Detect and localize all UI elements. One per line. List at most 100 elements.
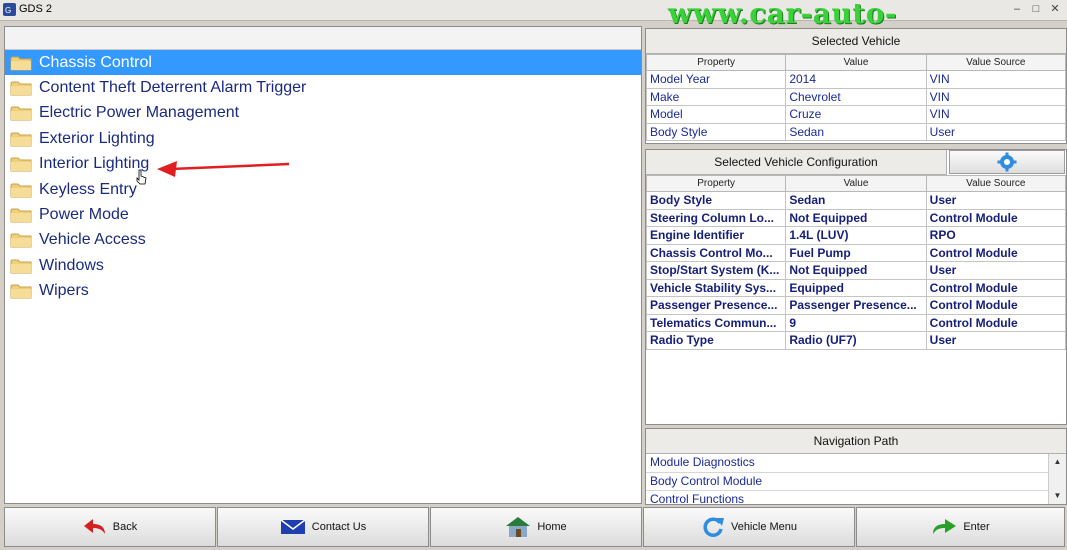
title-bar: G GDS 2 www.car-auto-repair.com – □ ✕ xyxy=(0,0,1067,63)
table-cell: Fuel Pump xyxy=(785,243,927,262)
tree-item[interactable]: Wipers xyxy=(5,279,641,304)
table-row[interactable]: Vehicle Stability Sys... Equipped Control … xyxy=(645,278,1067,297)
table-row[interactable]: Model Year 2014 VIN xyxy=(645,70,1067,89)
folder-icon xyxy=(10,132,32,147)
enter-label: Enter xyxy=(963,521,990,533)
table-cell: RPO xyxy=(925,226,1067,245)
folder-icon xyxy=(10,208,32,223)
table-row[interactable]: Stop/Start System (K... Not Equipped User xyxy=(645,261,1067,280)
navigation-scrollbar[interactable]: ▲ ▼ xyxy=(1048,454,1066,504)
configure-button[interactable] xyxy=(949,150,1065,174)
home-label: Home xyxy=(537,521,567,533)
table-cell: Passenger Presence... xyxy=(645,296,787,315)
table-row[interactable]: Chassis Control Mo... Fuel Pump Control Mo… xyxy=(645,243,1067,262)
tree-item[interactable]: Windows xyxy=(5,253,641,278)
contact-us-button[interactable]: Contact Us xyxy=(217,507,429,547)
home-button[interactable]: Home xyxy=(430,507,642,547)
maximize-icon[interactable]: □ xyxy=(1028,1,1044,17)
table-cell: Control Module xyxy=(925,278,1067,297)
table-cell: Radio (UF7) xyxy=(785,331,927,350)
table-row[interactable]: Body Style Sedan User xyxy=(645,122,1067,141)
folder-icon xyxy=(10,183,32,198)
table-cell: Engine Identifier xyxy=(645,226,787,245)
table-cell: Body Style xyxy=(645,122,787,141)
minimize-icon[interactable]: – xyxy=(1009,1,1025,17)
tree-item[interactable]: Content Theft Deterrent Alarm Trigger xyxy=(5,75,641,100)
selected-vehicle-title: Selected Vehicle xyxy=(646,29,1066,54)
tree-item-label: Keyless Entry xyxy=(39,180,137,198)
table-cell: Passenger Presence... xyxy=(785,296,927,315)
table-cell: 9 xyxy=(785,313,927,332)
selected-vehicle-table: Property Value Value Source Model Year 2014… xyxy=(645,54,1067,141)
tree-item[interactable]: Vehicle Access xyxy=(5,228,641,253)
enter-button[interactable]: Enter xyxy=(856,507,1065,547)
vehicle-configuration-title: Selected Vehicle Configuration xyxy=(646,150,947,175)
folder-icon xyxy=(10,81,32,96)
scroll-up-icon[interactable]: ▲ xyxy=(1049,454,1066,470)
table-cell: Not Equipped xyxy=(785,261,927,280)
tree-item-label: Vehicle Access xyxy=(39,231,146,249)
table-cell: Sedan xyxy=(785,191,927,210)
tree-item[interactable]: Power Mode xyxy=(5,202,641,227)
table-cell: Control Module xyxy=(925,313,1067,332)
tree-item-label: Exterior Lighting xyxy=(39,129,155,147)
table-cell: Cruze xyxy=(785,105,927,124)
column-header: Value xyxy=(785,54,927,71)
table-cell: Control Module xyxy=(925,296,1067,315)
column-header: Value Source xyxy=(925,54,1067,71)
navigation-path-list: Module Diagnostics Body Control Module Con… xyxy=(646,454,1049,504)
back-arrow-icon xyxy=(83,519,105,534)
enter-arrow-icon xyxy=(933,519,957,534)
table-row[interactable]: Steering Column Lo... Not Equipped Control… xyxy=(645,208,1067,227)
table-row[interactable]: Telematics Commun... 9 Control Module xyxy=(645,313,1067,332)
table-cell: 1.4L (LUV) xyxy=(785,226,927,245)
vehicle-menu-button[interactable]: Vehicle Menu xyxy=(643,507,855,547)
tree-item-label: Content Theft Deterrent Alarm Trigger xyxy=(39,79,307,97)
table-row[interactable]: Radio Type Radio (UF7) User xyxy=(645,331,1067,350)
table-cell: VIN xyxy=(925,105,1067,124)
back-button[interactable]: Back xyxy=(4,507,216,547)
table-cell: User xyxy=(925,122,1067,141)
tree-item[interactable]: Chassis Control xyxy=(5,50,641,76)
scroll-down-icon[interactable]: ▼ xyxy=(1049,488,1066,504)
column-header: Property xyxy=(645,175,787,192)
tree-item[interactable]: Electric Power Management xyxy=(5,101,641,126)
close-icon[interactable]: ✕ xyxy=(1047,1,1063,17)
vehicle-menu-label: Vehicle Menu xyxy=(730,521,798,533)
table-cell: Model xyxy=(645,105,787,124)
table-row[interactable]: Model Cruze VIN xyxy=(645,105,1067,124)
tree-item-label: Electric Power Management xyxy=(39,104,240,122)
table-row[interactable]: Make Chevrolet VIN xyxy=(645,87,1067,106)
back-label: Back xyxy=(112,521,138,533)
table-cell: VIN xyxy=(925,87,1067,106)
navigation-path-item[interactable]: Control Functions xyxy=(646,491,1049,504)
gear-icon xyxy=(997,152,1017,172)
tree-item[interactable]: Keyless Entry xyxy=(5,177,641,202)
table-cell: Model Year xyxy=(645,70,787,89)
navigation-path-title: Navigation Path xyxy=(646,429,1066,454)
folder-icon xyxy=(10,106,32,121)
navigation-path-panel: Navigation Path Module Diagnostics Body C… xyxy=(645,428,1067,505)
table-cell: Equipped xyxy=(785,278,927,297)
folder-icon xyxy=(10,157,32,172)
vehicle-configuration-panel: Selected Vehicle Configuration Property V… xyxy=(645,149,1067,425)
table-cell: Control Module xyxy=(925,243,1067,262)
navigation-path-item[interactable]: Module Diagnostics xyxy=(646,454,1049,473)
table-cell: Chevrolet xyxy=(785,87,927,106)
table-cell: 2014 xyxy=(785,70,927,89)
tree-item-label: Wipers xyxy=(39,282,89,300)
tree-item-label: Chassis Control xyxy=(39,53,152,71)
table-row[interactable]: Passenger Presence... Passenger Presence.… xyxy=(645,296,1067,315)
table-row[interactable]: Engine Identifier 1.4L (LUV) RPO xyxy=(645,226,1067,245)
tree-item[interactable]: Interior Lighting xyxy=(5,152,641,177)
table-cell: Steering Column Lo... xyxy=(645,208,787,227)
vehicle-configuration-table: Property Value Value Source Body Style Seda… xyxy=(645,175,1067,350)
table-cell: Not Equipped xyxy=(785,208,927,227)
tree-item[interactable]: Exterior Lighting xyxy=(5,126,641,151)
table-cell: Stop/Start System (K... xyxy=(645,261,787,280)
selected-vehicle-panel: Selected Vehicle Property Value Value Sour… xyxy=(645,28,1067,144)
table-row[interactable]: Body Style Sedan User xyxy=(645,191,1067,210)
function-tree-list: Chassis Control Content Theft Deterrent A… xyxy=(5,50,641,304)
navigation-path-item[interactable]: Body Control Module xyxy=(646,473,1049,491)
svg-text:G: G xyxy=(5,6,11,15)
